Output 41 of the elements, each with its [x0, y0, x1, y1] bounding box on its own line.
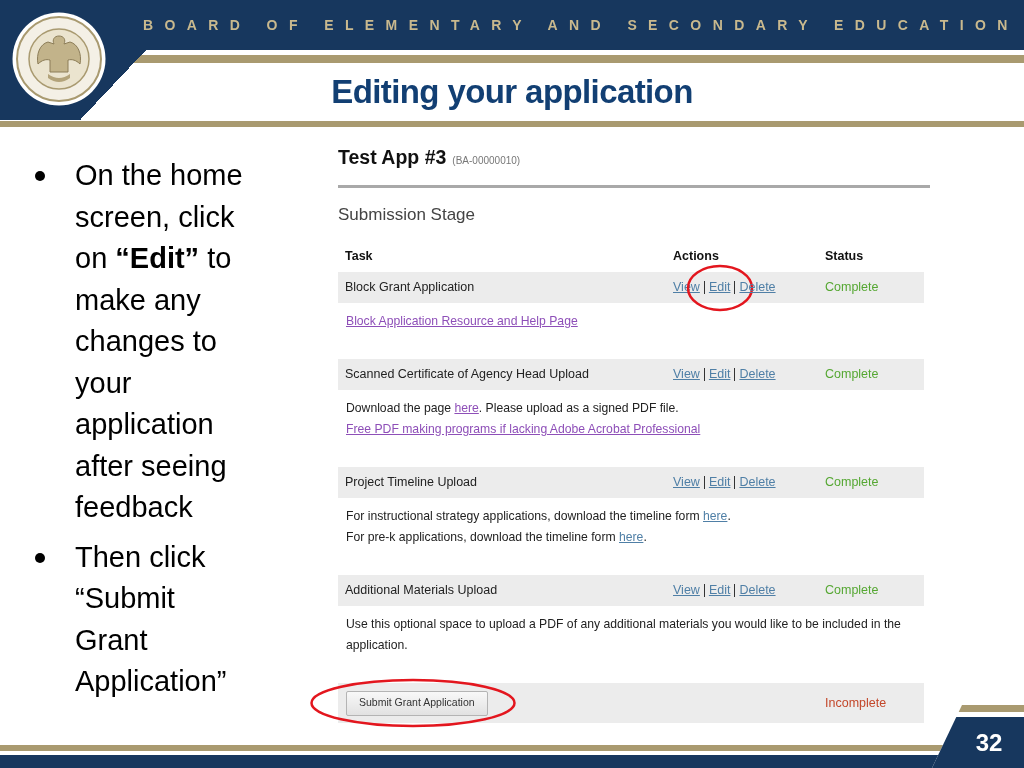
bullet-text: Then click “Submit Grant Application” — [75, 539, 228, 699]
seal-icon — [12, 12, 106, 106]
action-link[interactable]: View — [673, 475, 700, 490]
task-name: Scanned Certificate of Agency Head Upload — [344, 367, 589, 382]
status-text: Complete — [825, 475, 879, 490]
resource-link[interactable]: Block Application Resource and Help Page — [346, 314, 578, 328]
app-id: (BA-00000010) — [452, 154, 521, 168]
slide-title: Editing your application — [331, 72, 693, 111]
column-header: Status — [825, 247, 865, 265]
resource-link[interactable]: Free PDF making programs if lacking Adobe Acrobat Professional — [346, 422, 701, 436]
action-link[interactable]: View — [673, 583, 700, 598]
task-name: Additional Materials Upload — [344, 583, 498, 598]
instruction-text: For instructional strategy applications, download the timeline form here. — [346, 508, 732, 525]
app-title: Test App #3 — [338, 145, 447, 170]
status-text: Complete — [825, 280, 879, 295]
action-link[interactable]: Edit — [708, 475, 731, 490]
bullet-icon — [35, 552, 45, 563]
action-link[interactable]: Delete — [739, 475, 776, 490]
bullet-icon — [35, 171, 45, 181]
status-text: Complete — [825, 367, 879, 382]
download-link[interactable]: here — [454, 401, 479, 415]
bullet-text: On the home screen, click on “Edit” to make any changes to your application after seeing feedback — [75, 158, 244, 525]
action-link[interactable]: Edit — [708, 583, 731, 598]
task-name: Block Grant Application — [344, 280, 475, 295]
task-name: Project Timeline Upload — [344, 475, 477, 490]
submit-grant-button[interactable]: Submit Grant Application — [346, 690, 488, 716]
column-header: Actions — [673, 247, 720, 265]
status-text: Incomplete — [825, 695, 887, 710]
instruction-text: For pre-k applications, download the timeline form here. — [346, 529, 648, 546]
column-header: Task — [344, 247, 374, 265]
instruction-text: Use this optional space to upload a PDF of any additional materials you would like to be included in the application. — [346, 616, 902, 654]
action-link[interactable]: Delete — [739, 367, 776, 382]
slide-number: 32 — [932, 705, 1024, 768]
organization-name: BOARD OF ELEMENTARY AND SECONDARY EDUCATION — [143, 15, 1019, 35]
instruction-text: Download the page here. Please upload as a signed PDF file. — [346, 400, 680, 417]
section-heading: Submission Stage — [338, 204, 477, 226]
action-link[interactable]: View — [673, 367, 700, 382]
action-link[interactable]: Delete — [739, 583, 776, 598]
action-link[interactable]: Edit — [708, 280, 731, 295]
status-text: Complete — [825, 583, 879, 598]
action-link[interactable]: Edit — [708, 367, 731, 382]
